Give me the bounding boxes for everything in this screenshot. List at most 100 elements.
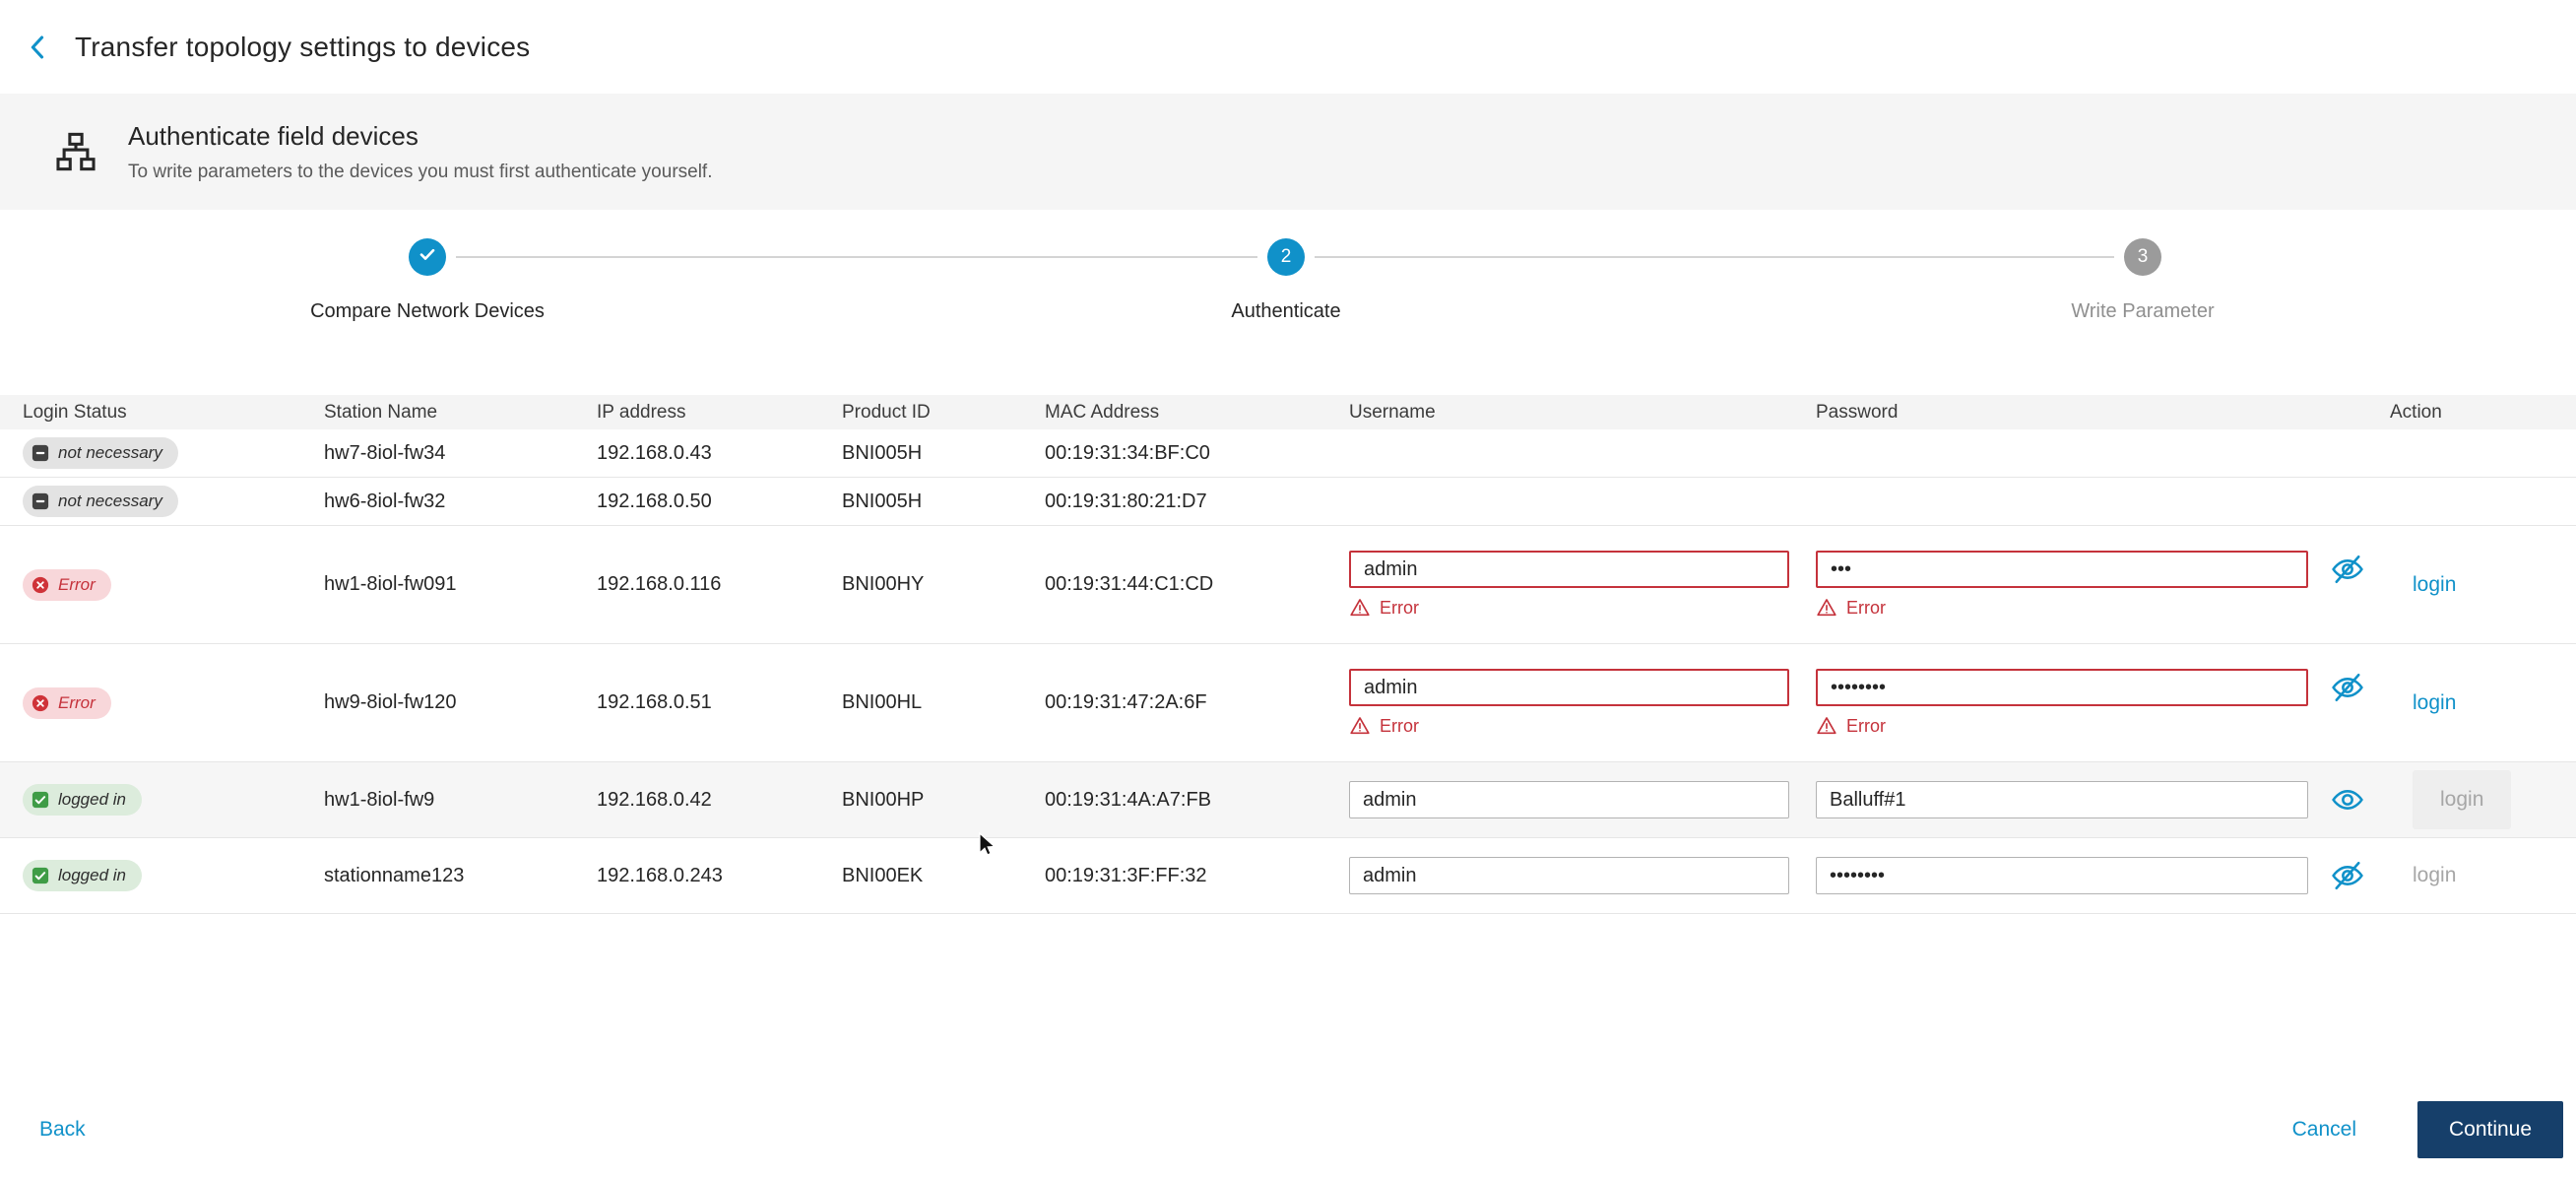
action-cell: login: [2390, 691, 2553, 715]
status-badge-label: logged in: [58, 790, 127, 809]
device-table-body: not necessary hw7-8iol-fw34 192.168.0.43 BN…: [0, 429, 2576, 914]
product-id: BNI00EK: [842, 864, 924, 886]
status-badge: logged in: [23, 784, 143, 816]
login-status-cell: Error: [23, 568, 324, 601]
status-badge: logged in: [23, 860, 143, 891]
product-id: BNI005H: [842, 441, 923, 464]
step-3-number: 3: [2137, 246, 2149, 267]
username-cell: [1349, 857, 1816, 894]
warning-icon: [1816, 715, 1837, 737]
step-3-label: Write Parameter: [2071, 300, 2215, 322]
status-badge: Error: [23, 687, 111, 719]
password-cell: Error: [1816, 669, 2390, 737]
username-input[interactable]: [1349, 669, 1789, 706]
login-button-box: login: [2413, 770, 2512, 829]
banner-subtitle: To write parameters to the devices you m…: [128, 161, 713, 182]
continue-button[interactable]: Continue: [2417, 1101, 2563, 1158]
login-button[interactable]: login: [2413, 691, 2456, 714]
product-id: BNI005H: [842, 490, 923, 512]
topbar: Transfer topology settings to devices: [0, 0, 2576, 94]
action-cell: login: [2390, 573, 2553, 597]
col-username: Username: [1349, 401, 1436, 423]
col-ip-address: IP address: [597, 401, 686, 423]
error-hint-label: Error: [1846, 597, 1886, 618]
table-row: Error hw9-8iol-fw120 192.168.0.51 BNI00HL 00…: [0, 644, 2576, 762]
username-input[interactable]: [1349, 781, 1789, 818]
error-hint: Error: [1816, 597, 2390, 619]
col-password: Password: [1816, 401, 1899, 423]
login-status-cell: not necessary: [23, 486, 324, 517]
error-hint: Error: [1816, 715, 2390, 737]
username-input[interactable]: [1349, 857, 1789, 894]
step-1-label: Compare Network Devices: [310, 300, 545, 322]
username-cell: Error: [1349, 669, 1816, 737]
success-status-icon: [32, 867, 49, 884]
mac-address: 00:19:31:47:2A:6F: [1045, 691, 1207, 713]
mac-address: 00:19:31:80:21:D7: [1045, 490, 1207, 512]
eye-off-icon[interactable]: [2330, 552, 2365, 587]
error-hint-label: Error: [1380, 597, 1419, 618]
back-chevron-icon[interactable]: [22, 31, 55, 64]
warning-icon: [1816, 597, 1837, 619]
cancel-button[interactable]: Cancel: [2292, 1118, 2356, 1142]
product-id: BNI00HL: [842, 691, 923, 713]
username-cell: [1349, 781, 1816, 818]
password-input[interactable]: [1816, 551, 2308, 588]
step-3-circle: 3: [2124, 238, 2161, 276]
error-hint-label: Error: [1846, 715, 1886, 736]
login-status-cell: logged in: [23, 784, 324, 816]
error-status-icon: [32, 576, 49, 594]
station-name: stationname123: [324, 864, 465, 886]
station-name: hw7-8iol-fw34: [324, 441, 446, 464]
login-status-cell: Error: [23, 687, 324, 719]
topology-icon: [53, 129, 98, 174]
banner-text: Authenticate field devices To write para…: [128, 121, 713, 183]
station-name: hw6-8iol-fw32: [324, 490, 446, 512]
success-status-icon: [32, 791, 49, 809]
eye-icon[interactable]: [2330, 782, 2365, 817]
login-button: login: [2413, 864, 2457, 886]
footer: Back Cancel Continue: [0, 1082, 2576, 1177]
status-badge: not necessary: [23, 486, 178, 517]
table-row: logged in stationname123 192.168.0.243 BNI0…: [0, 838, 2576, 914]
password-input-group: [1816, 781, 2390, 818]
table-row: not necessary hw6-8iol-fw32 192.168.0.50 BN…: [0, 478, 2576, 526]
step-2-label: Authenticate: [1231, 300, 1341, 322]
password-input-group: [1816, 669, 2390, 706]
error-status-icon: [32, 694, 49, 712]
step-write-parameter[interactable]: 3 Write Parameter: [1906, 238, 2379, 323]
eye-off-icon[interactable]: [2330, 670, 2365, 705]
status-badge-label: Error: [58, 692, 96, 712]
mac-address: 00:19:31:44:C1:CD: [1045, 573, 1214, 595]
login-button: login: [2440, 788, 2484, 811]
mac-address: 00:19:31:34:BF:C0: [1045, 441, 1210, 464]
action-cell: login: [2390, 770, 2553, 829]
back-button[interactable]: Back: [39, 1118, 86, 1142]
status-badge-label: not necessary: [58, 443, 162, 462]
login-button[interactable]: login: [2413, 573, 2456, 596]
status-badge-label: not necessary: [58, 491, 162, 510]
station-name: hw9-8iol-fw120: [324, 691, 457, 713]
stepper: Compare Network Devices 2 Authenticate 3…: [0, 210, 2576, 395]
col-station-name: Station Name: [324, 401, 438, 423]
password-input[interactable]: [1816, 669, 2308, 706]
neutral-status-icon: [32, 492, 49, 510]
warning-icon: [1349, 597, 1371, 619]
password-input[interactable]: [1816, 857, 2308, 894]
username-input[interactable]: [1349, 551, 1789, 588]
password-input-group: [1816, 857, 2390, 894]
info-banner: Authenticate field devices To write para…: [0, 94, 2576, 210]
product-id: BNI00HY: [842, 573, 925, 595]
table-row: not necessary hw7-8iol-fw34 192.168.0.43 BN…: [0, 429, 2576, 478]
ip-address: 192.168.0.50: [597, 490, 712, 512]
eye-off-icon[interactable]: [2330, 858, 2365, 893]
password-input[interactable]: [1816, 781, 2308, 818]
password-cell: Error: [1816, 551, 2390, 619]
step-compare-network-devices[interactable]: Compare Network Devices: [191, 238, 664, 323]
mac-address: 00:19:31:4A:A7:FB: [1045, 788, 1212, 811]
ip-address: 192.168.0.42: [597, 788, 712, 811]
step-authenticate[interactable]: 2 Authenticate: [1050, 238, 1522, 323]
page-title: Transfer topology settings to devices: [75, 31, 531, 62]
ip-address: 192.168.0.116: [597, 573, 722, 595]
table-row: logged in hw1-8iol-fw9 192.168.0.42 BNI00HP…: [0, 762, 2576, 838]
